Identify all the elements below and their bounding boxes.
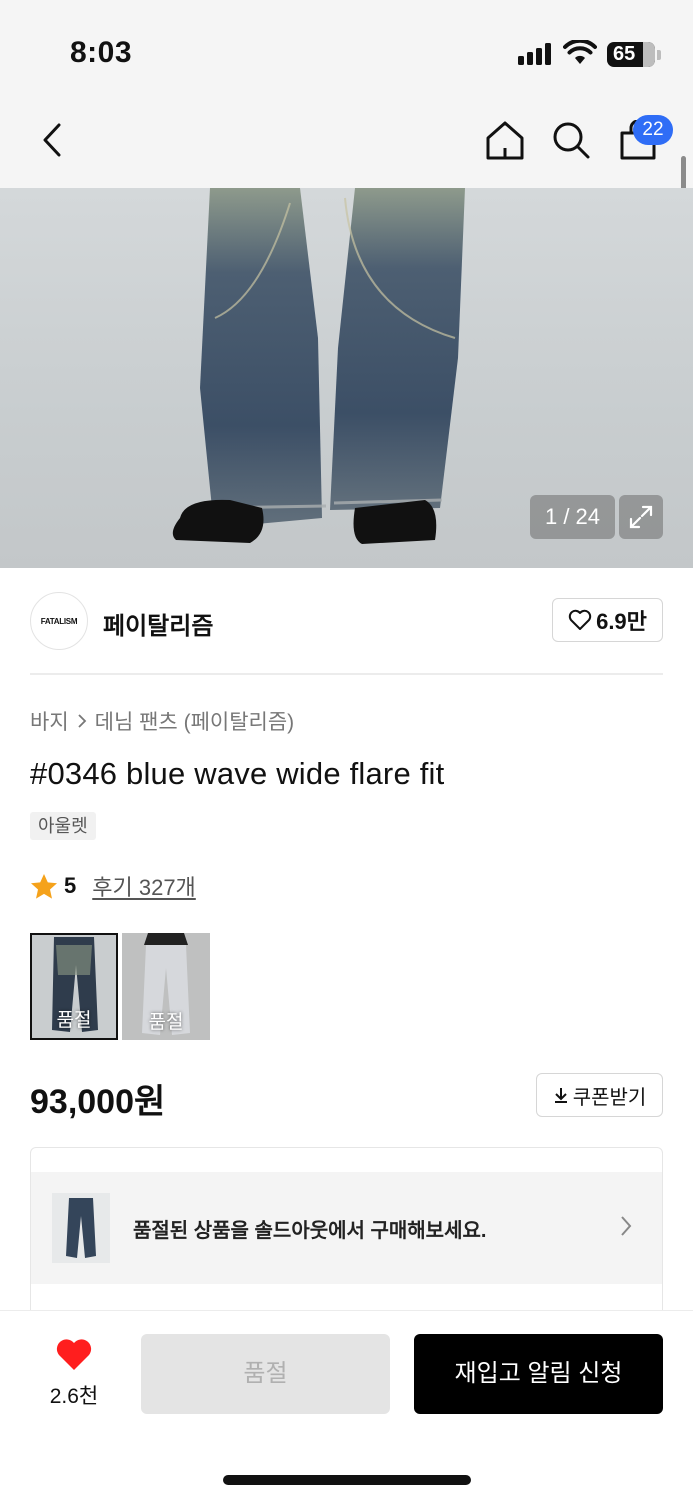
battery-icon: 65 <box>607 42 655 67</box>
signal-icon <box>518 43 554 65</box>
search-icon <box>553 122 590 159</box>
option-label: 품절 <box>56 1010 92 1031</box>
chevron-left-icon <box>43 123 61 157</box>
search-button[interactable] <box>548 116 594 164</box>
divider <box>30 673 663 675</box>
star-icon <box>31 873 57 899</box>
color-option-light[interactable]: 품절 <box>122 933 210 1040</box>
color-option-blue[interactable]: 품절 <box>30 933 118 1040</box>
brand-like-count: 6.9만 <box>596 609 647 634</box>
soldout-banner[interactable]: 품절된 상품을 솔드아웃에서 구매해보세요. <box>31 1172 662 1284</box>
banner-thumbnail <box>52 1193 110 1263</box>
soldout-button[interactable]: 품절 <box>141 1334 390 1414</box>
expand-button[interactable] <box>619 495 663 539</box>
status-time: 8:03 <box>70 36 133 69</box>
wish-button[interactable]: 2.6천 <box>30 1336 118 1410</box>
review-link[interactable]: 후기 327개 <box>92 870 196 902</box>
brand-name[interactable]: 페이탈리즘 <box>103 606 213 641</box>
coupon-label: 쿠폰받기 <box>572 1086 647 1109</box>
wifi-icon <box>563 40 597 64</box>
breadcrumb: 바지 데님 팬츠 (페이탈리즘) <box>30 706 294 736</box>
download-icon <box>554 1088 567 1103</box>
status-bar: 8:03 65 <box>0 0 693 96</box>
home-button[interactable] <box>482 116 528 164</box>
wish-count: 2.6천 <box>49 1385 99 1408</box>
rating-row: 5 후기 327개 <box>30 870 196 902</box>
heart-outline-icon <box>568 609 592 630</box>
outlet-tag: 아울렛 <box>30 812 96 840</box>
home-icon <box>486 121 524 160</box>
rating-score: 5 <box>64 873 77 898</box>
chevron-right-icon <box>78 714 86 728</box>
price: 93,000원 <box>30 1083 166 1121</box>
brand-logo[interactable]: FATALISM <box>30 592 88 650</box>
back-button[interactable] <box>30 116 74 164</box>
banner-text: 품절된 상품을 솔드아웃에서 구매해보세요. <box>133 1220 487 1242</box>
home-indicator <box>223 1475 471 1485</box>
breadcrumb-category[interactable]: 바지 <box>30 706 69 736</box>
breadcrumb-subcategory[interactable]: 데님 팬츠 (페이탈리즘) <box>95 706 295 736</box>
image-counter: 1 / 24 <box>530 495 615 539</box>
product-title: #0346 blue wave wide flare fit <box>30 756 445 791</box>
battery-tip <box>657 50 661 60</box>
cart-count-badge: 22 <box>633 115 673 145</box>
battery-level: 65 <box>613 43 636 65</box>
expand-icon <box>629 505 653 529</box>
restock-alert-button[interactable]: 재입고 알림 신청 <box>414 1334 663 1414</box>
option-label: 품절 <box>148 1012 184 1033</box>
top-nav <box>0 96 693 188</box>
chevron-right-icon <box>621 1216 632 1236</box>
brand-like-button[interactable]: 6.9만 <box>552 598 663 642</box>
coupon-button[interactable]: 쿠폰받기 <box>536 1073 663 1117</box>
heart-filled-icon <box>56 1339 92 1370</box>
